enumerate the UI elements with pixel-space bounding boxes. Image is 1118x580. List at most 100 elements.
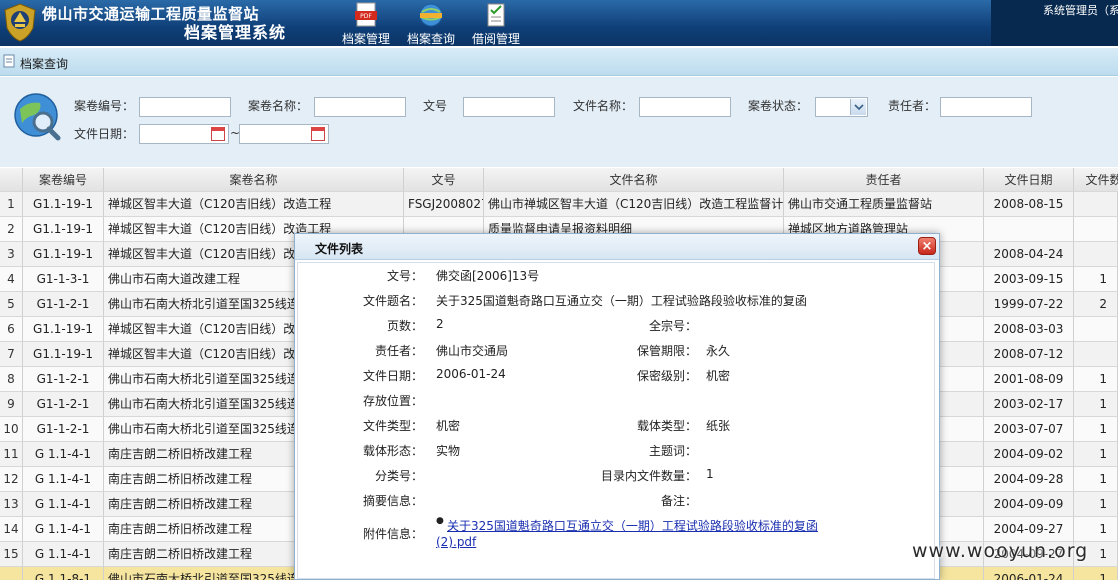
pages-value: 2	[436, 317, 444, 331]
secrecy-label: 保密级别：	[636, 369, 697, 383]
file-date-label: 文件日期：	[74, 127, 135, 141]
cell-file-name: 佛山市禅城区智丰大道（C120吉旧线）改造工程监督计划	[484, 192, 784, 217]
doc-no-input[interactable]	[463, 97, 555, 117]
nav-label: 档案查询	[406, 32, 455, 46]
search-globe-icon	[14, 93, 61, 141]
cell-resp: 佛山市交通工程质量监督站	[784, 192, 984, 217]
col-file-count[interactable]: 文件数	[1074, 168, 1118, 192]
cell-n: 11	[0, 442, 23, 467]
search-panel: 案卷编号： 案卷名称： 文号 文件名称： 案卷状态： 责任者： 文件日期： ~	[0, 77, 1118, 167]
cell-case-name: 禅城区智丰大道（C120吉旧线）改造工程	[104, 192, 404, 217]
cell-count: 1	[1074, 567, 1118, 580]
col-file-name[interactable]: 文件名称	[484, 168, 784, 192]
cell-n: 7	[0, 342, 23, 367]
app-header: 佛山市交通运输工程质量监督站 档案管理系统 PDF 档案管理 档案查询 借阅管理…	[0, 0, 1118, 46]
class-label: 分类号：	[374, 469, 423, 483]
cell-case-no: G1-1-3-1	[23, 267, 104, 292]
cell-count	[1074, 192, 1118, 217]
subject-label: 主题词：	[648, 444, 697, 458]
cell-date: 2008-04-24	[984, 242, 1074, 267]
nav-label: 档案管理	[341, 32, 390, 46]
col-case-name[interactable]: 案卷名称	[104, 168, 404, 192]
nav-archive-manage[interactable]: PDF 档案管理	[337, 0, 395, 46]
cell-case-no: G 1.1-8-1	[23, 567, 104, 580]
cell-n: 2	[0, 217, 23, 242]
form-value: 实物	[436, 444, 461, 458]
table-header: 案卷编号 案卷名称 文号 文件名称 责任者 文件日期 文件数	[0, 168, 1118, 192]
medium-label: 载体类型：	[636, 419, 697, 433]
current-user[interactable]: 系统管理员（系	[991, 0, 1118, 46]
medium-value: 纸张	[706, 419, 731, 433]
chevron-down-icon[interactable]	[850, 99, 866, 115]
cell-count: 1	[1074, 392, 1118, 417]
cell-n: 9	[0, 392, 23, 417]
nav-archive-query[interactable]: 档案查询	[402, 0, 460, 46]
search-globe-icon	[419, 3, 443, 27]
col-doc-no[interactable]: 文号	[404, 168, 484, 192]
date-to-input[interactable]	[239, 124, 329, 144]
file-name-input[interactable]	[639, 97, 731, 117]
cell-date: 2008-03-03	[984, 317, 1074, 342]
file-type-label: 文件类型：	[362, 419, 423, 433]
cell-case-no: G 1.1-4-1	[23, 517, 104, 542]
case-status-label: 案卷状态：	[748, 99, 809, 113]
bullet-icon: ●	[436, 516, 444, 526]
cell-count: 1	[1074, 517, 1118, 542]
col-file-date[interactable]: 文件日期	[984, 168, 1074, 192]
attachment-link-cont[interactable]: (2).pdf	[436, 535, 476, 549]
checklist-icon	[487, 3, 505, 27]
calendar-icon[interactable]	[211, 127, 225, 141]
case-no-label: 案卷编号：	[74, 99, 135, 113]
cell-n: 6	[0, 317, 23, 342]
summary-label: 摘要信息：	[362, 494, 423, 508]
tab-archive-query[interactable]: 档案查询	[20, 55, 68, 72]
cell-date	[984, 217, 1074, 242]
date-from-input[interactable]	[139, 124, 229, 144]
cell-date: 2004-09-09	[984, 492, 1074, 517]
tab-bar: 档案查询	[0, 48, 1118, 76]
attachment-link[interactable]: 关于325国道魁奇路口互通立交（一期）工程试验路段验收标准的复函	[447, 517, 818, 534]
responsible-label: 责任者：	[888, 99, 937, 113]
cell-doc-no: FSGJ2008027	[404, 192, 484, 217]
case-no-input[interactable]	[139, 97, 231, 117]
cell-date: 2004-09-02	[984, 442, 1074, 467]
dialog-title: 文件列表	[315, 242, 364, 256]
doc-no-value: 佛交函[2006]13号	[436, 269, 540, 283]
cell-case-no: G1.1-19-1	[23, 192, 104, 217]
cell-count	[1074, 342, 1118, 367]
cell-case-no: G 1.1-4-1	[23, 492, 104, 517]
retention-label: 保管期限：	[636, 344, 697, 358]
doc-no-label: 文号：	[386, 269, 423, 283]
cell-case-no: G1-1-2-1	[23, 367, 104, 392]
system-name: 档案管理系统	[184, 23, 287, 42]
calendar-icon[interactable]	[311, 127, 325, 141]
cell-date: 2003-02-17	[984, 392, 1074, 417]
responsible-input[interactable]	[940, 97, 1032, 117]
col-case-no[interactable]: 案卷编号	[23, 168, 104, 192]
attachment-link-text[interactable]: (2).pdf	[436, 535, 476, 549]
cell-count: 1	[1074, 467, 1118, 492]
cell-count	[1074, 317, 1118, 342]
case-status-select[interactable]	[815, 97, 868, 117]
cell-case-no: G 1.1-4-1	[23, 467, 104, 492]
cell-date: 2003-07-07	[984, 417, 1074, 442]
case-name-input[interactable]	[314, 97, 406, 117]
attachment-link-text[interactable]: 关于325国道魁奇路口互通立交（一期）工程试验路段验收标准的复函	[447, 519, 818, 533]
responsible-value: 佛山市交通局	[436, 344, 509, 358]
col-responsible[interactable]: 责任者	[784, 168, 984, 192]
table-row[interactable]: 1 G1.1-19-1 禅城区智丰大道（C120吉旧线）改造工程 FSGJ200802…	[0, 192, 1118, 217]
title-value: 关于325国道魁奇路口互通立交（一期）工程试验路段验收标准的复函	[436, 294, 807, 308]
cell-case-no: G 1.1-4-1	[23, 442, 104, 467]
cell-count: 1	[1074, 267, 1118, 292]
cell-n: 5	[0, 292, 23, 317]
cell-n: 8	[0, 367, 23, 392]
cell-count	[1074, 242, 1118, 267]
cell-n: 15	[0, 542, 23, 567]
nav-label: 借阅管理	[471, 32, 520, 46]
cell-date: 2006-01-24	[984, 567, 1074, 580]
document-icon	[3, 54, 15, 68]
count-label: 目录内文件数量：	[600, 469, 697, 483]
close-icon[interactable]: ×	[918, 237, 936, 255]
nav-borrow-manage[interactable]: 借阅管理	[467, 0, 525, 46]
file-date-value: 2006-01-24	[436, 367, 506, 381]
